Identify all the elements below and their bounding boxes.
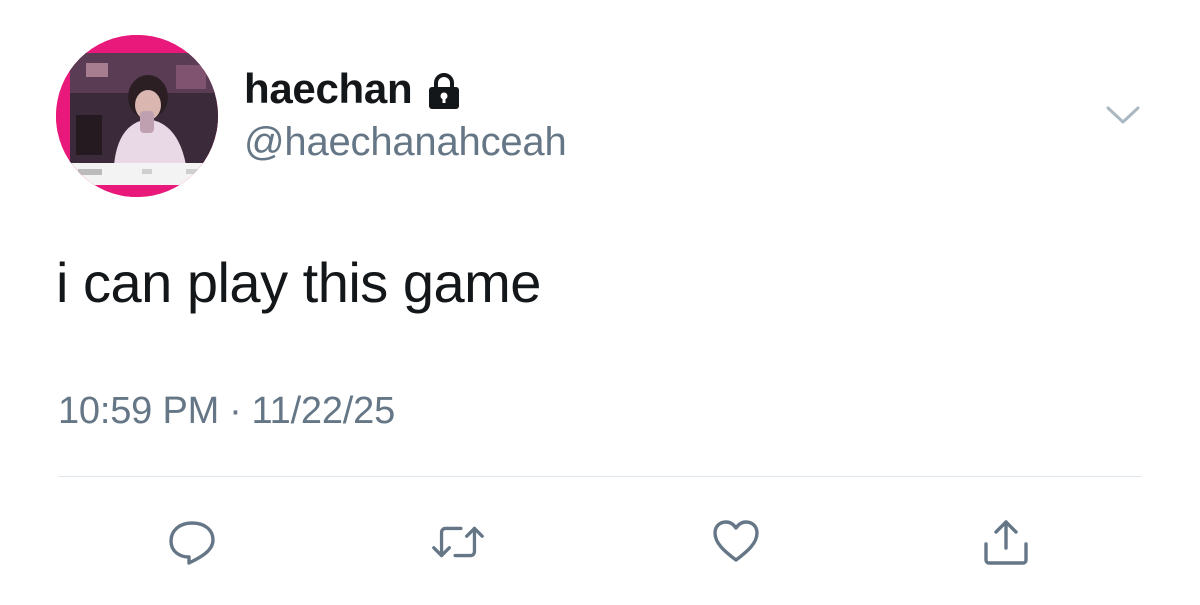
tweet-timestamp[interactable]: 10:59 PM · 11/22/25 <box>58 390 395 433</box>
like-button[interactable] <box>706 512 766 572</box>
meta-separator: · <box>229 390 242 432</box>
chevron-down-icon[interactable] <box>1104 102 1142 128</box>
heart-icon <box>713 520 759 562</box>
tweet-card: haechan @haechanahceah i can play this g… <box>0 0 1200 605</box>
display-name-row: haechan <box>244 62 462 116</box>
retweet-arrows-icon <box>432 526 484 558</box>
user-handle[interactable]: @haechanahceah <box>244 120 567 165</box>
display-name[interactable]: haechan <box>244 65 413 113</box>
reply-button[interactable] <box>162 512 222 572</box>
avatar-photo <box>56 35 218 197</box>
speech-bubble-icon <box>169 521 215 565</box>
tweet-date: 11/22/25 <box>251 390 396 432</box>
divider <box>58 476 1142 477</box>
retweet-button[interactable] <box>428 512 488 572</box>
share-button[interactable] <box>976 512 1036 572</box>
lock-icon <box>426 72 462 110</box>
share-upload-icon <box>984 520 1028 565</box>
tweet-text: i can play this game <box>56 251 541 314</box>
tweet-time: 10:59 PM <box>58 390 220 432</box>
avatar[interactable] <box>56 35 218 197</box>
